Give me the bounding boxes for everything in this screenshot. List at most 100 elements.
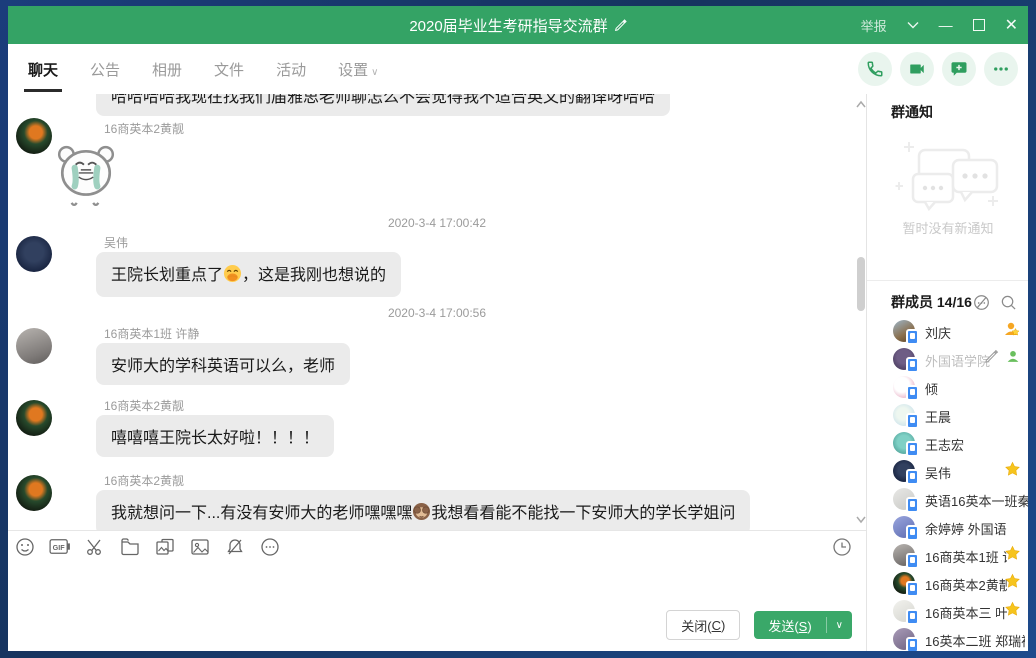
sidebar: 群通知 暂时没有新通知 [866, 94, 1028, 651]
tab-albums[interactable]: 相册 [150, 59, 184, 80]
mobile-online-icon [906, 441, 919, 457]
member-row[interactable]: 16商英本2黄靓 [867, 570, 1028, 598]
empty-notice-text: 暂时没有新通知 [867, 218, 1028, 237]
avatar[interactable] [16, 475, 52, 511]
screen-capture-icon[interactable] [154, 536, 176, 558]
message-list[interactable]: 哈哈哈哈我现在找我们届雅思老师聊怎么不会觉得我不适合英文的翻译呀哈哈 16商英本… [8, 94, 866, 530]
mobile-online-icon [906, 469, 919, 485]
mute-assistant-icon[interactable] [973, 294, 990, 316]
chat-pane: 哈哈哈哈我现在找我们届雅思老师聊怎么不会觉得我不适合英文的翻译呀哈哈 16商英本… [8, 94, 866, 651]
member-row[interactable]: 王晨 [867, 402, 1028, 430]
message-bubble: 安师大的学科英语可以么，老师 [96, 343, 350, 385]
group-notice-title: 群通知 [891, 102, 933, 122]
group-title: 2020届毕业生考研指导交流群 [409, 15, 607, 36]
tab-announcements[interactable]: 公告 [88, 59, 122, 80]
tab-settings[interactable]: 设置∨ [336, 59, 380, 80]
phone-icon [866, 60, 884, 78]
image-icon[interactable] [189, 536, 211, 558]
mobile-online-icon [906, 385, 919, 401]
mobile-online-icon [906, 357, 919, 373]
video-call-button[interactable] [900, 52, 934, 86]
maximize-button[interactable] [973, 19, 985, 31]
member-row[interactable]: 余婷婷 外国语 [867, 514, 1028, 542]
mobile-online-icon [906, 581, 919, 597]
avatar [893, 376, 915, 398]
avatar [893, 628, 915, 650]
member-row[interactable]: 16商英本三 叶蕾 [867, 598, 1028, 626]
screenshot-scissors-icon[interactable] [84, 536, 106, 558]
qq-group-chat-window: 2020届毕业生考研指导交流群 举报 — ✕ 聊天 公告 相册 文件 活动 设置… [8, 6, 1028, 651]
svg-text:GIF: GIF [53, 543, 66, 552]
member-row[interactable]: 外国语学院 [867, 346, 1028, 374]
gif-icon[interactable]: GIF [49, 536, 71, 558]
mobile-online-icon [906, 329, 919, 345]
close-button[interactable]: ✕ [1005, 15, 1018, 35]
mobile-online-icon [906, 553, 919, 569]
file-folder-icon[interactable] [119, 536, 141, 558]
sender-name: 吴伟 [104, 234, 128, 251]
avatar[interactable] [16, 236, 52, 272]
avatar [893, 600, 915, 622]
mobile-online-icon [906, 609, 919, 625]
main-area: 哈哈哈哈我现在找我们届雅思老师聊怎么不会觉得我不适合英文的翻译呀哈哈 16商英本… [8, 94, 1028, 651]
empty-notice-illustration [895, 134, 1003, 221]
scroll-to-top-icon[interactable] [854, 98, 866, 112]
scroll-to-bottom-icon[interactable] [854, 512, 866, 526]
message-history-clock-icon[interactable] [832, 537, 852, 562]
tab-activities[interactable]: 活动 [274, 59, 308, 80]
member-row[interactable]: 王志宏 [867, 430, 1028, 458]
send-button[interactable]: 发送(S) ∨ [754, 611, 852, 639]
divider [867, 280, 1028, 281]
message-bubble: 王院长划重点了，这是我刚也想说的 [96, 252, 401, 297]
avatar[interactable] [16, 400, 52, 436]
avatar [893, 404, 915, 426]
edit-title-icon[interactable] [614, 19, 627, 32]
member-row[interactable]: 16商英本1班 许静 [867, 542, 1028, 570]
avatar [893, 488, 915, 510]
more-tools-icon[interactable] [259, 536, 281, 558]
minimize-button[interactable]: — [939, 17, 953, 33]
search-members-icon[interactable] [1000, 294, 1017, 316]
chevron-down-icon: ∨ [371, 67, 378, 78]
window-shake-icon[interactable] [224, 536, 246, 558]
close-chat-button[interactable]: 关闭(C) [666, 610, 740, 640]
edit-card-icon[interactable] [984, 349, 999, 364]
sender-name: 16商英本2黄靓 [104, 397, 184, 414]
timestamp: 2020-3-4 17:00:56 [8, 306, 866, 320]
face-with-hand-over-mouth-emoji [223, 264, 242, 288]
avatar[interactable] [16, 118, 52, 154]
member-row[interactable]: 16英本二班 郑瑞祥 [867, 626, 1028, 651]
voice-call-button[interactable] [858, 52, 892, 86]
member-row[interactable]: 刘庆 [867, 318, 1028, 346]
message-bubble-clipped: 哈哈哈哈我现在找我们届雅思老师聊怎么不会觉得我不适合英文的翻译呀哈哈 [96, 94, 670, 116]
avatar [893, 572, 915, 594]
chat-scrollbar-thumb[interactable] [857, 257, 865, 311]
create-chat-button[interactable] [942, 52, 976, 86]
more-actions-button[interactable] [984, 52, 1018, 86]
members-header: 群成员 14/16 [891, 292, 972, 312]
report-button[interactable]: 举报 [861, 16, 887, 35]
member-row[interactable]: 英语16英本一班秦真 [867, 486, 1028, 514]
tab-files[interactable]: 文件 [212, 59, 246, 80]
sender-name: 16商英本1班 许静 [104, 325, 199, 342]
message-bubble: 嘻嘻嘻王院长太好啦！！！！ [96, 415, 334, 457]
composer: GIF [8, 530, 866, 651]
tab-chat[interactable]: 聊天 [26, 59, 60, 80]
title-bar[interactable]: 2020届毕业生考研指导交流群 举报 — ✕ [8, 6, 1028, 44]
video-call-icon [908, 60, 926, 78]
emoji-icon[interactable] [14, 536, 36, 558]
message-bubble: 我就想问一下...有没有安师大的老师嘿嘿嘿我想看看能不能找一下安师大的学长学姐问 [96, 490, 750, 530]
member-row[interactable]: 吴伟 [867, 458, 1028, 486]
titlebar-dropdown-icon[interactable] [907, 21, 919, 29]
avatar[interactable] [16, 328, 52, 364]
sticker-crying-bear-meme[interactable] [56, 142, 116, 213]
group-owner-icon [1003, 321, 1021, 337]
desktop-background: 2020届毕业生考研指导交流群 举报 — ✕ 聊天 公告 相册 文件 活动 设置… [0, 0, 1036, 658]
message-input[interactable] [16, 565, 856, 613]
member-row[interactable]: 倾 [867, 374, 1028, 402]
mobile-online-icon [906, 497, 919, 513]
mobile-online-icon [906, 413, 919, 429]
sender-name: 16商英本2黄靓 [104, 472, 184, 489]
mobile-online-icon [906, 637, 919, 651]
send-options-chevron-icon[interactable]: ∨ [827, 620, 852, 631]
